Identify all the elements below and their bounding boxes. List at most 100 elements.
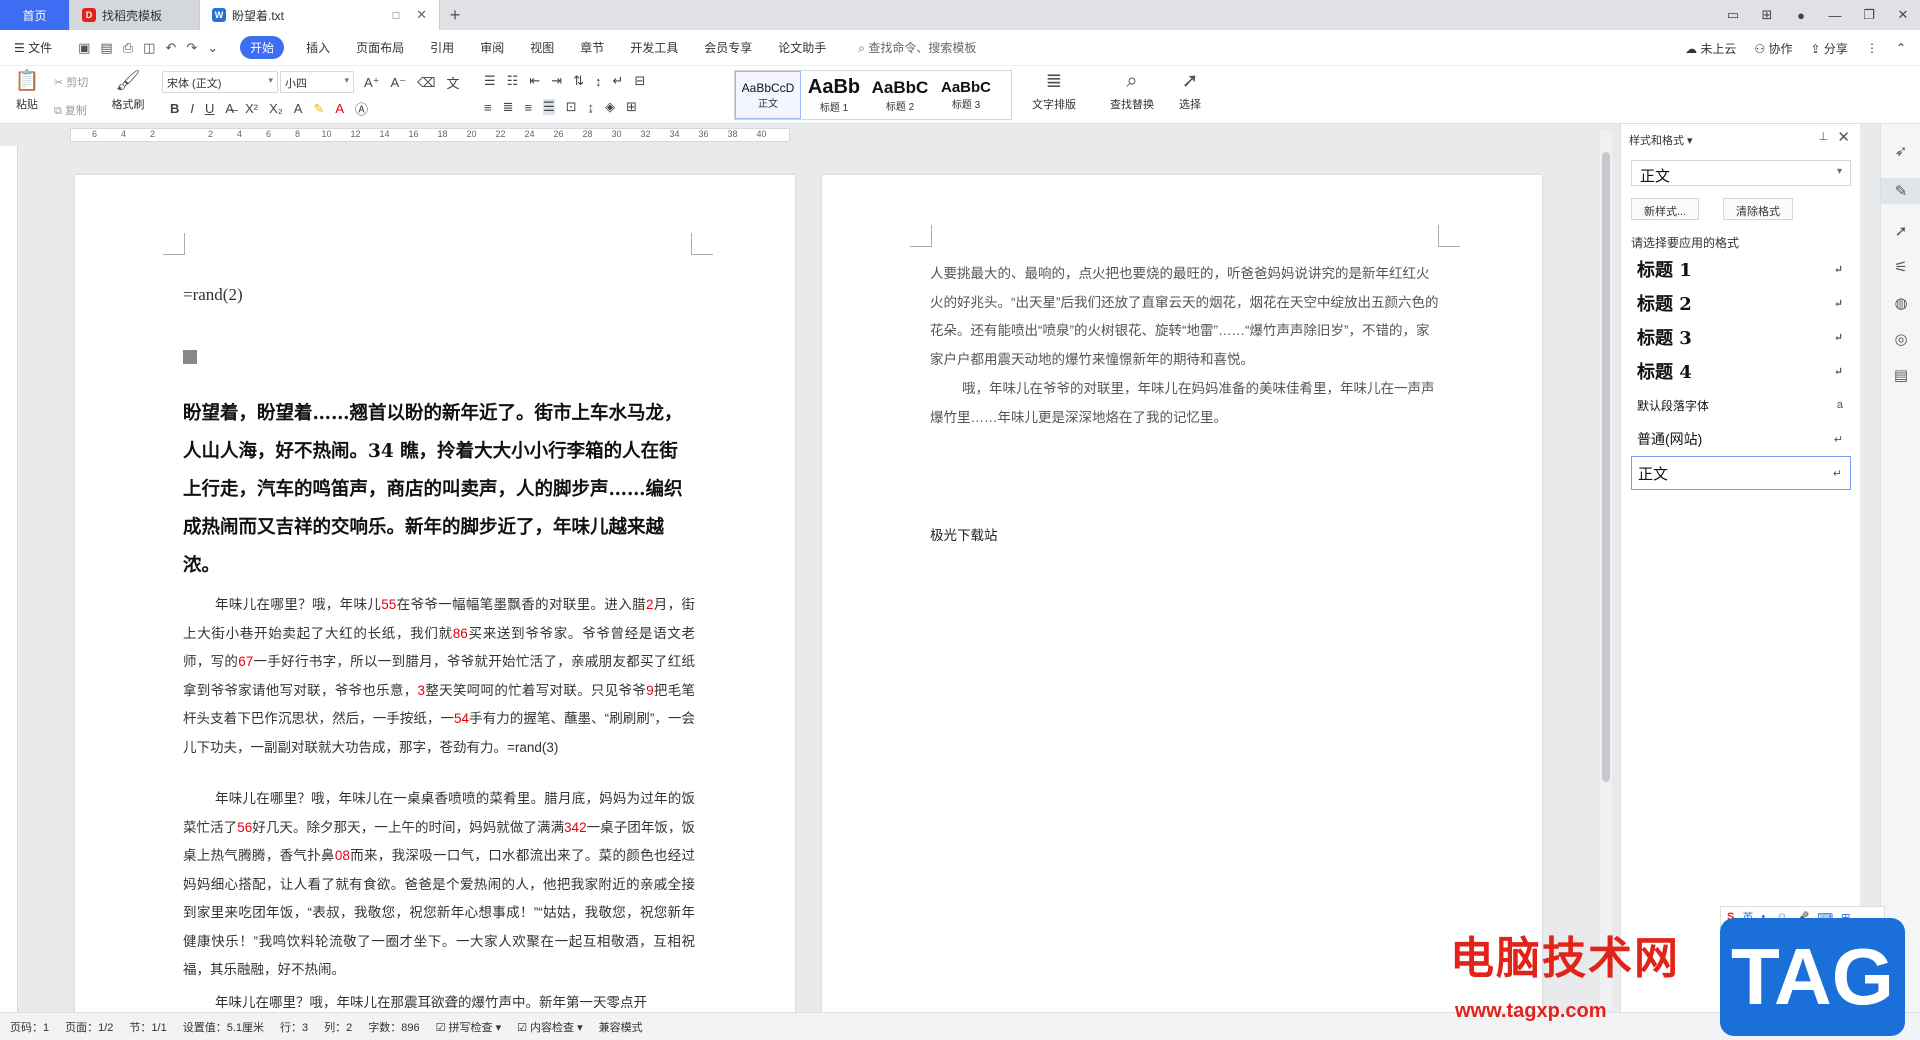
body-paragraph-2[interactable]: 年味儿在哪里？哦，年味儿在一桌桌香喷喷的菜肴里。腊月底，妈妈为过年的饭菜忙活了5… [183,785,695,985]
rand-formula[interactable]: =rand(2) [183,285,243,305]
style-pen-icon[interactable]: ✎ [1881,178,1920,204]
pin-icon[interactable]: ◻ [392,10,400,21]
cut-button[interactable]: ✂ 剪切 [54,74,88,90]
apps-grid-icon[interactable]: ⊞ [1750,7,1784,23]
font-color-icon[interactable]: A [335,101,344,116]
collaborate-button[interactable]: ⚇ 协作 [1754,40,1792,57]
book-icon[interactable]: ▤ [1881,366,1920,384]
underline-icon[interactable]: U [205,101,214,116]
tab-reference[interactable]: 引用 [430,39,454,56]
tab-developer[interactable]: 开发工具 [630,39,678,56]
tab-member[interactable]: 会员专享 [704,39,752,56]
style-item[interactable]: 标题 2 ↵ [1631,286,1851,320]
sort-icon[interactable]: ↕ [595,74,602,89]
justify-icon[interactable]: ☰ [543,99,555,115]
layout-icon[interactable]: ▭ [1716,7,1750,23]
print-icon[interactable]: ⎙ [123,40,133,56]
status-words[interactable]: 字数：896 [368,1019,419,1035]
align-right-icon[interactable]: ≡ [525,100,533,115]
close-tab-icon[interactable]: ✕ [416,7,427,23]
share-button[interactable]: ⇪ 分享 [1811,40,1848,57]
phonetic-icon[interactable]: 文 [446,73,459,92]
line-spacing-icon[interactable]: ↨ [588,100,595,115]
rocket-icon[interactable]: ➶ [1881,142,1920,160]
numbering-icon[interactable]: ☷ [507,73,519,89]
select-cursor-icon[interactable]: ➚ [1881,222,1920,240]
format-painter-button[interactable]: 🖌 格式刷 [108,70,148,112]
status-section[interactable]: 节：1/1 [129,1019,166,1035]
minimize-icon[interactable]: — [1818,8,1852,23]
status-setting[interactable]: 设置值：5.1厘米 [183,1019,264,1035]
copy-button[interactable]: ⧉ 复制 [54,102,87,118]
export-pdf-icon[interactable]: ▤ [100,40,112,56]
bold-paragraph[interactable]: 盼望着，盼望着……翘首以盼的新年近了。街市上车水马龙，人山人海，好不热闹。34 … [183,395,695,585]
body-paragraph-4[interactable]: 人要挑最大的、最响的，点火把也要烧的最旺的，听爸爸妈妈说讲究的是新年红红火火的好… [930,260,1442,374]
shading-icon[interactable]: ◈ [605,99,615,115]
align-left-icon[interactable]: ≡ [484,100,492,115]
italic-icon[interactable]: I [190,101,194,116]
shrink-font-icon[interactable]: A⁻ [391,75,407,91]
body-paragraph-1[interactable]: 年味儿在哪里？哦，年味儿55在爷爷一幅幅笔墨飘香的对联里。进入腊2月，街上大街小… [183,591,695,762]
style-item[interactable]: 默认段落字体 a [1631,388,1851,422]
subscript-icon[interactable]: X₂ [269,101,283,116]
tab-insert[interactable]: 插入 [306,39,330,56]
tab-page-layout[interactable]: 页面布局 [356,39,404,56]
avatar[interactable]: ● [1784,8,1818,23]
style-item[interactable]: 标题 3 ↵ [1631,320,1851,354]
status-col[interactable]: 列：2 [324,1019,352,1035]
compass-icon[interactable]: ◎ [1881,330,1920,348]
select-button[interactable]: ➚ 选择 [1170,70,1210,112]
robot-icon[interactable]: ◍ [1881,294,1920,312]
text-layout-button[interactable]: ≣ 文字排版 [1026,70,1082,112]
chevron-down-icon[interactable]: ⌄ [207,40,218,56]
file-menu[interactable]: ☰ 文件 [14,39,52,56]
font-size-select[interactable]: 小四 [280,71,354,93]
adjust-icon[interactable]: ⚟ [1881,258,1920,276]
clear-format-button[interactable]: 清除格式 [1723,198,1793,220]
font-name-select[interactable]: 宋体 (正文) [162,71,278,93]
borders-icon[interactable]: ⊞ [626,99,637,115]
style-heading2[interactable]: AaBbC 标题 2 [867,71,933,119]
site-name-text[interactable]: 极光下载站 [930,524,998,544]
style-normal[interactable]: AaBbCcD 正文 [735,71,801,119]
status-row[interactable]: 行：3 [280,1019,308,1035]
clear-format-icon[interactable]: ⌫ [417,75,435,91]
scrollbar-thumb[interactable] [1602,152,1610,782]
bold-icon[interactable]: B [170,101,179,116]
superscript-icon[interactable]: X² [245,101,258,116]
command-search[interactable]: ⌕ 查找命令、搜索模板 [858,39,976,56]
paste-button[interactable]: 📋 粘贴 [10,70,44,112]
panel-title[interactable]: 样式和格式 ▾ [1629,132,1693,148]
restore-icon[interactable]: ❐ [1852,7,1886,23]
style-item[interactable]: 普通(网站) ↵ [1631,422,1851,456]
find-replace-button[interactable]: ⌕ 查找替换 [1104,70,1160,112]
tab-template[interactable]: D 找稻壳模板 [70,0,200,30]
text-effect-icon[interactable]: A [294,101,303,116]
grow-font-icon[interactable]: A⁺ [364,75,380,91]
redo-icon[interactable]: ↷ [186,40,197,56]
chinese-layout-icon[interactable]: ⇅ [573,73,584,89]
save-icon[interactable]: ▣ [78,40,90,56]
tab-document[interactable]: W 盼望着.txt ◻ ✕ [200,0,440,30]
outdent-icon[interactable]: ⇤ [529,73,540,89]
char-border-icon[interactable]: Ⓐ [355,99,368,118]
body-paragraph-3[interactable]: 年味儿在哪里？哦，年味儿在那震耳欲聋的爆竹声中。新年第一天零点开 [183,989,695,1009]
close-window-icon[interactable]: ✕ [1886,7,1920,23]
style-item[interactable]: 标题 4 ↵ [1631,354,1851,388]
current-style-select[interactable]: 正文 [1631,160,1851,186]
style-heading1[interactable]: AaBb 标题 1 [801,71,867,119]
style-heading3[interactable]: AaBbC 标题 3 [933,71,999,119]
horizontal-ruler[interactable]: 6 4 2 2 4 6 8 10 12 14 16 18 20 22 24 26 28 30 32 34 36 38 40 [0,124,1600,146]
print-preview-icon[interactable]: ◫ [143,40,155,56]
status-page[interactable]: 页面：1/2 [65,1019,113,1035]
body-paragraph-5[interactable]: 哦，年味儿在爷爷的对联里，年味儿在妈妈准备的美味佳肴里，年味儿在一声声爆竹里……… [930,375,1442,432]
show-marks-icon[interactable]: ↵ [613,73,624,89]
close-panel-icon[interactable]: ✕ [1837,128,1850,146]
highlight-icon[interactable]: ✎ [313,101,324,117]
strikethrough-icon[interactable]: A̶ [225,101,234,116]
new-style-button[interactable]: 新样式... [1631,198,1700,220]
tab-view[interactable]: 视图 [530,39,554,56]
undo-icon[interactable]: ↶ [165,40,176,56]
collapse-ribbon-icon[interactable]: ⌃ [1896,41,1906,55]
tab-home[interactable]: 首页 [0,0,70,30]
